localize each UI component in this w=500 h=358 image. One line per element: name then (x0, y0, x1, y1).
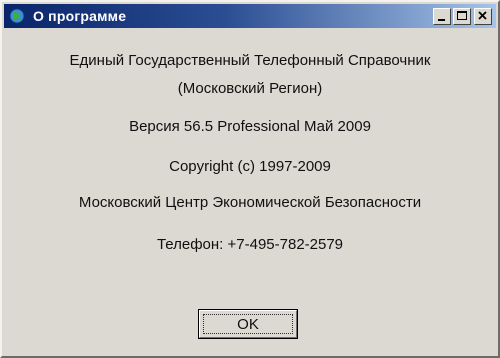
ok-button-label: OK (237, 315, 259, 333)
title-bar[interactable]: О программе (4, 4, 496, 28)
about-dialog: О программе Единый Государственный Телеф… (0, 0, 500, 358)
minimize-icon (438, 19, 445, 21)
product-name: Единый Государственный Телефонный Справо… (69, 52, 431, 69)
copyright-text: Copyright (c) 1997-2009 (169, 158, 331, 175)
ok-button[interactable]: OK (198, 309, 298, 339)
maximize-icon (457, 11, 467, 20)
version-text: Версия 56.5 Professional Май 2009 (129, 118, 371, 135)
product-region: (Московский Регион) (177, 80, 323, 97)
globe-icon (9, 8, 25, 24)
dialog-content: Единый Государственный Телефонный Справо… (2, 30, 498, 356)
minimize-button[interactable] (433, 8, 451, 25)
maximize-button[interactable] (453, 8, 471, 25)
window-title: О программе (33, 8, 127, 24)
window-controls (431, 8, 492, 25)
close-button[interactable] (474, 8, 492, 25)
close-icon (478, 11, 487, 20)
phone-text: Телефон: +7-495-782-2579 (156, 236, 344, 253)
company-name: Московский Центр Экономической Безопасно… (78, 194, 422, 211)
